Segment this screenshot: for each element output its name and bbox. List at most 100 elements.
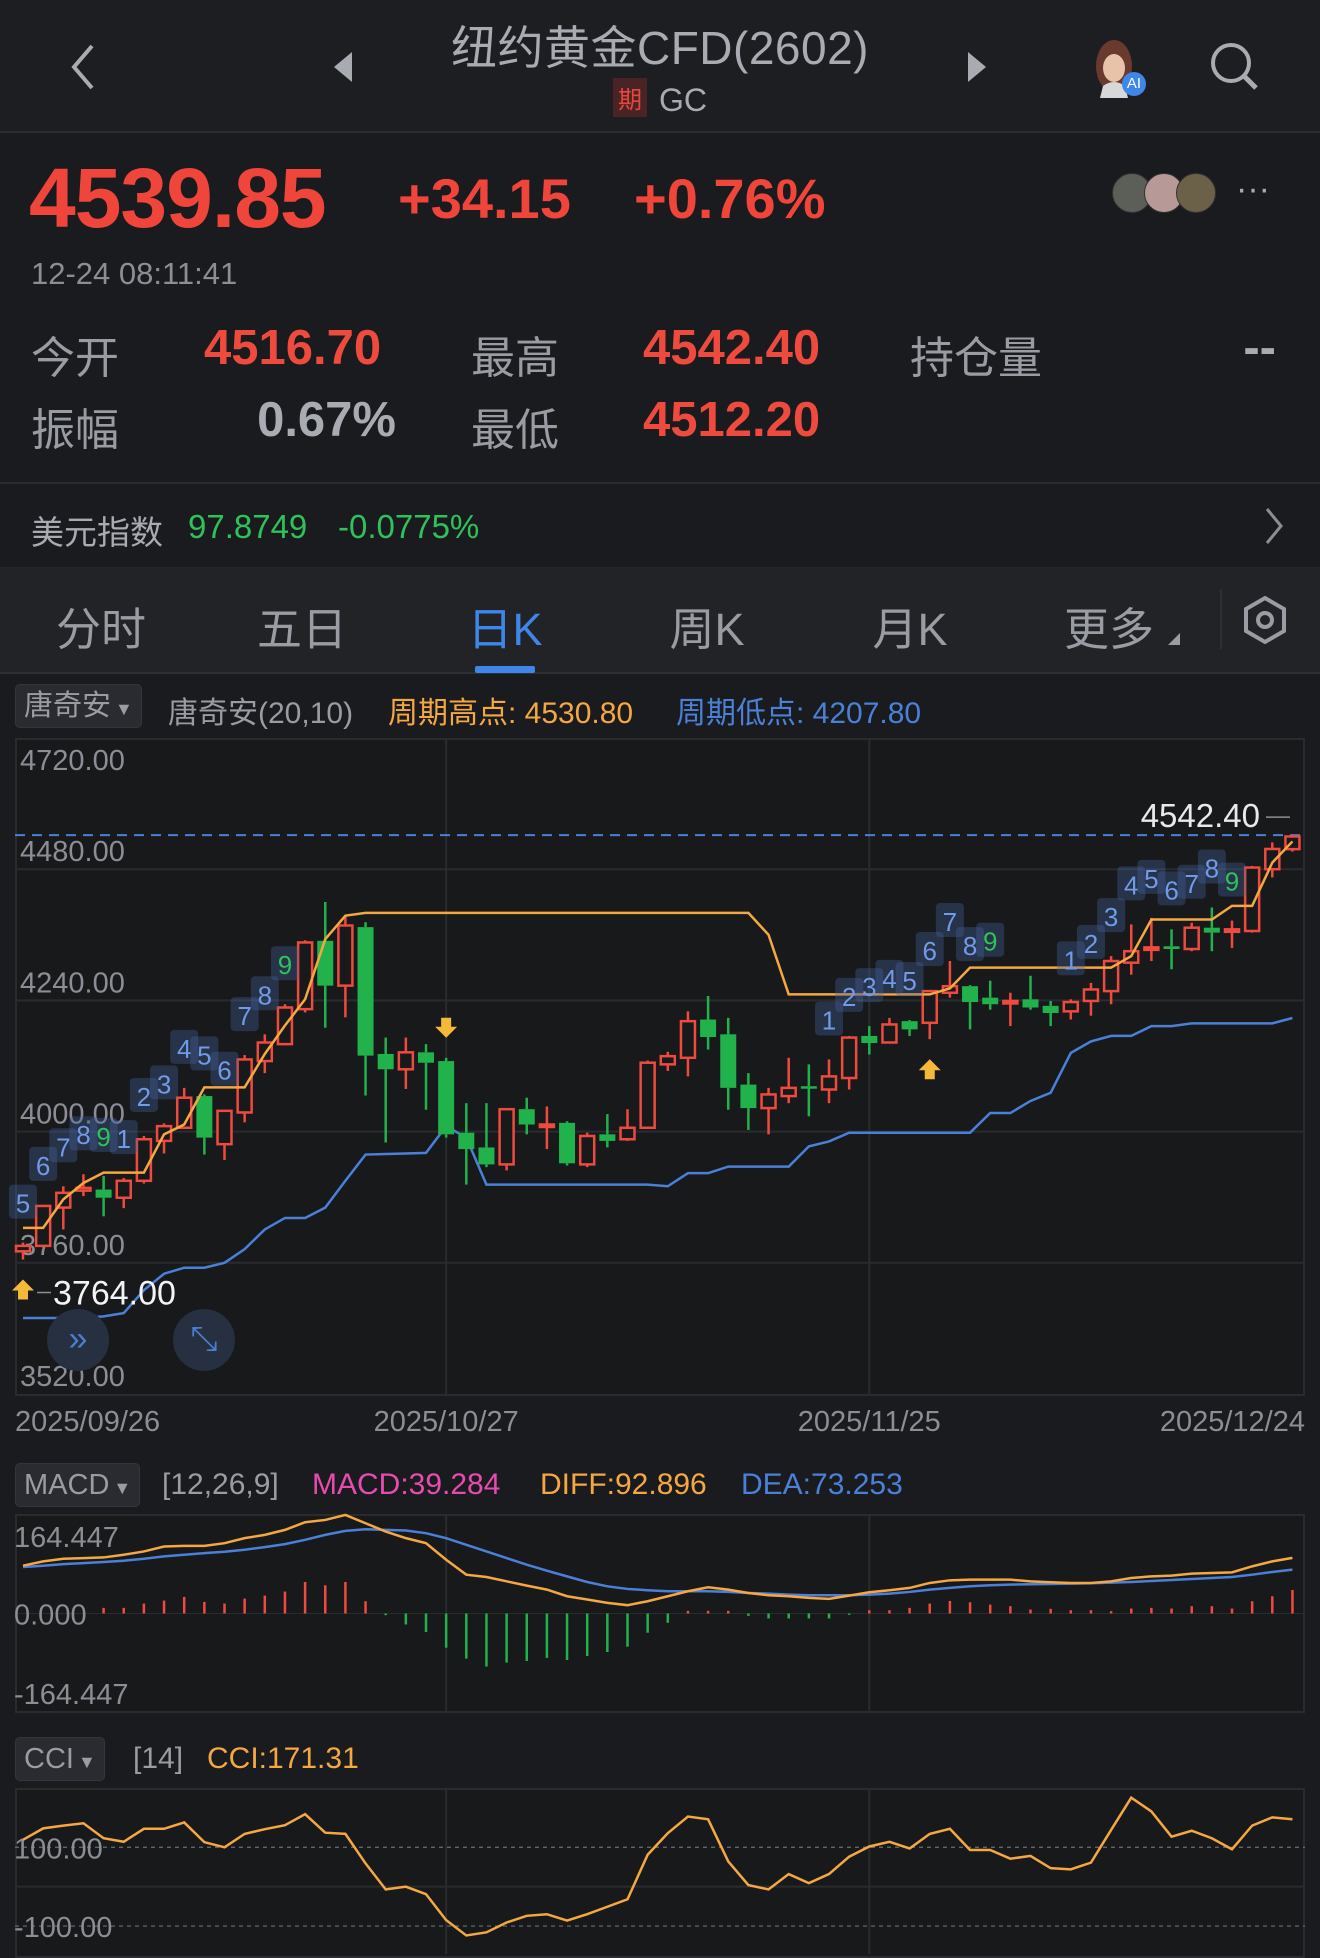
candle-body — [478, 1147, 495, 1165]
high-label: 最高 — [471, 334, 559, 383]
candle — [95, 1175, 112, 1217]
kline-chart[interactable]: 4720.004480.004240.004000.003760.003520.… — [0, 738, 1320, 1394]
candle-body — [740, 1084, 757, 1109]
candle-body — [14, 1244, 32, 1253]
td-label-number: 5 — [16, 1189, 30, 1219]
candle — [317, 902, 334, 1028]
y-tick-label: -164.447 — [14, 1679, 129, 1711]
search-icon[interactable] — [1208, 40, 1260, 92]
candle-body — [1062, 1000, 1080, 1013]
chart-settings-icon[interactable] — [1242, 595, 1288, 645]
candle-body — [881, 1023, 898, 1044]
td-label-number: 5 — [902, 966, 916, 996]
tab-intraday[interactable]: 分时 — [56, 593, 146, 658]
candle-body — [780, 1086, 797, 1098]
next-triangle-icon[interactable] — [964, 50, 990, 84]
candle — [498, 1107, 515, 1171]
tab-more[interactable]: 更多 — [1064, 593, 1154, 658]
tab-five-day[interactable]: 五日 — [257, 593, 347, 658]
candle-body — [840, 1036, 858, 1080]
td-sequence-label: 1 — [109, 1120, 138, 1155]
candle — [1002, 992, 1019, 1027]
fullscreen-icon: ⤡ — [190, 1320, 218, 1358]
candle — [418, 1044, 434, 1110]
td-sequence-label: 3 — [1097, 898, 1126, 933]
buy-signal-arrow-icon — [12, 1279, 34, 1300]
tab-weekly-k[interactable]: 周K — [669, 593, 744, 658]
cci-indicator-name: CCI — [24, 1743, 74, 1775]
candle-body — [317, 940, 334, 986]
candle — [1022, 975, 1039, 1010]
open-value: 4516.70 — [204, 321, 382, 375]
td-label-number: 7 — [56, 1132, 70, 1162]
y-tick-label: 4480.00 — [20, 836, 125, 868]
candle — [1203, 907, 1220, 952]
tab-daily-k[interactable]: 日K — [467, 593, 542, 658]
cci-value: CCI:171.31 — [207, 1742, 359, 1775]
fullscreen-button[interactable]: ⤡ — [173, 1309, 235, 1371]
candle-body — [659, 1054, 677, 1066]
x-date-label: 2025/11/25 — [797, 1406, 941, 1438]
candle-body — [559, 1122, 576, 1164]
candle — [679, 1011, 697, 1077]
candle-body — [901, 1021, 918, 1030]
dropdown-arrow-icon: ▼ — [115, 699, 133, 719]
last-price: 4539.85 — [29, 151, 327, 245]
candle — [941, 961, 959, 998]
expand-sidebar-button[interactable]: » — [47, 1309, 109, 1371]
candle — [236, 1055, 253, 1123]
td-sequence-label: 6 — [915, 932, 944, 967]
td-label-number: 2 — [842, 982, 856, 1012]
x-date-label: 2025/09/26 — [15, 1406, 161, 1438]
candle-body — [679, 1019, 697, 1060]
candle — [1102, 956, 1120, 1005]
candle-body — [397, 1051, 415, 1071]
candle-body — [1143, 946, 1160, 952]
y-tick-label: -100.00 — [14, 1912, 112, 1944]
td-label-number: 5 — [197, 1040, 211, 1070]
td-label-number: 7 — [943, 907, 957, 937]
td-label-number: 4 — [1124, 870, 1138, 900]
tab-monthly-k[interactable]: 月K — [872, 593, 947, 658]
double-chevron-right-icon: » — [68, 1320, 88, 1358]
td-label-number: 8 — [258, 980, 272, 1010]
candle-body — [498, 1107, 515, 1166]
chevron-right-icon — [1265, 508, 1283, 544]
candle — [578, 1132, 596, 1168]
cci-line — [22, 1795, 1293, 1937]
td-label-number: 2 — [1084, 929, 1098, 959]
divider — [1220, 589, 1222, 649]
top-nav-bar: 纽约黄金CFD(2602) 期 GC AI — [0, 0, 1320, 133]
macd-indicator-name: MACD — [24, 1469, 110, 1501]
ai-assistant-avatar[interactable]: AI — [1088, 36, 1146, 98]
cci-chart[interactable]: 100.00-100.00 — [0, 1789, 1320, 1954]
cci-indicator-selector[interactable]: CCI ▼ — [15, 1737, 105, 1781]
macd-chart[interactable]: 164.447 0.000 -164.447 — [0, 1513, 1320, 1712]
td-label-number: 7 — [237, 1001, 251, 1031]
candle — [760, 1087, 777, 1135]
td-label-number: 6 — [217, 1056, 231, 1086]
candle-body — [800, 1086, 817, 1089]
donchian-lower-text: 周期低点: 4207.80 — [676, 697, 922, 730]
open-label: 今开 — [31, 334, 119, 383]
dropdown-arrow-icon: ▼ — [77, 1752, 96, 1772]
candle — [216, 1109, 233, 1161]
td-label-number: 4 — [177, 1034, 191, 1064]
more-options-icon[interactable]: ··· — [1236, 170, 1270, 209]
candle — [518, 1097, 535, 1135]
td-sequence-label: 9 — [1218, 862, 1246, 897]
candle — [135, 1135, 153, 1184]
macd-indicator-selector[interactable]: MACD ▼ — [15, 1463, 141, 1507]
usd-index-change: -0.0775% — [338, 508, 480, 545]
candle — [397, 1037, 415, 1089]
td-sequence-label: 3 — [150, 1065, 179, 1100]
main-indicator-selector[interactable]: 唐奇安 ▼ — [15, 684, 142, 728]
discussion-avatars[interactable] — [1112, 173, 1222, 213]
candle — [700, 996, 717, 1050]
candle-body — [962, 986, 979, 1003]
usd-index-row[interactable]: 美元指数 97.8749 -0.0775% — [0, 484, 1320, 567]
td-label-number: 3 — [862, 972, 876, 1002]
candle — [538, 1106, 556, 1150]
td-sequence-label: 9 — [270, 946, 299, 981]
candle — [982, 980, 999, 1010]
